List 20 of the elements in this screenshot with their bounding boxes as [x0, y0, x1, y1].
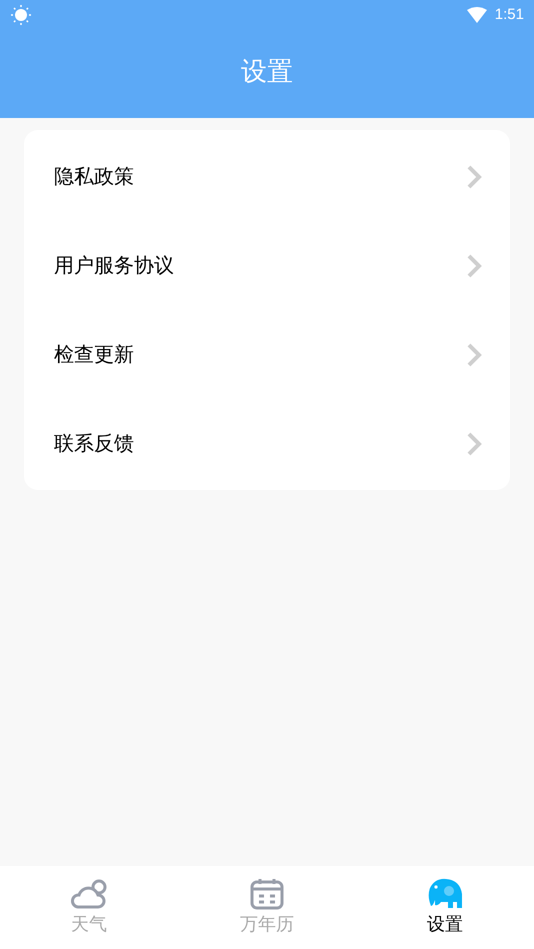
elephant-icon: [427, 878, 463, 910]
brightness-icon: [10, 4, 32, 26]
settings-label: 隐私政策: [54, 164, 134, 190]
settings-row[interactable]: 联系反馈: [24, 399, 510, 488]
cloud-sun-icon: [70, 878, 108, 910]
chevron-icon: [466, 164, 482, 188]
wifi-icon: [466, 7, 487, 23]
chevron-icon: [466, 254, 482, 278]
settings-label: 用户服务协议: [54, 254, 174, 278]
nav-tab[interactable]: 设置: [356, 866, 534, 949]
settings-label: 联系反馈: [54, 432, 134, 456]
settings-label: 检查更新: [54, 342, 134, 368]
chevron-icon: [466, 342, 482, 366]
chevron-icon: [466, 432, 482, 456]
settings-row[interactable]: 用户服务协议: [24, 221, 510, 310]
calendar-icon: [250, 878, 284, 910]
settings-row[interactable]: 检查更新: [24, 310, 510, 399]
status-time: 1:51: [494, 4, 524, 25]
page-title: 设置: [241, 54, 293, 88]
settings-row[interactable]: 隐私政策: [24, 132, 510, 221]
